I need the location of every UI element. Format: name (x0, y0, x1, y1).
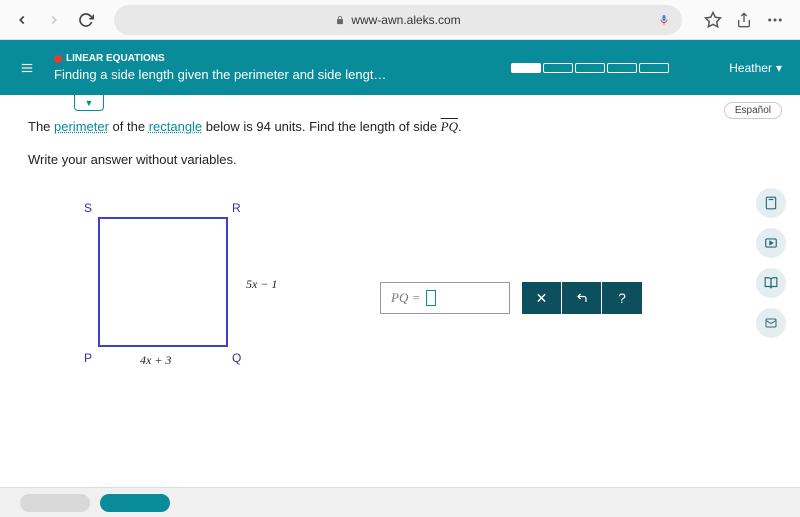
answer-slot[interactable] (426, 290, 436, 306)
chevron-down-icon: ▾ (776, 61, 782, 75)
user-menu[interactable]: Heather ▾ (729, 61, 782, 75)
link-perimeter[interactable]: perimeter (54, 119, 109, 134)
vertex-Q: Q (232, 351, 241, 365)
book-tool[interactable] (756, 268, 786, 298)
vertex-S: S (84, 201, 92, 215)
back-button[interactable] (10, 8, 34, 32)
url-text: www-awn.aleks.com (351, 13, 460, 27)
vertex-P: P (84, 351, 92, 365)
bookmark-icon[interactable] (704, 11, 722, 29)
rectangle-figure: S R P Q 5x − 1 4x + 3 (88, 207, 288, 407)
progress-indicator (511, 63, 669, 73)
language-toggle[interactable]: Español (724, 102, 782, 119)
mic-icon[interactable] (658, 13, 670, 27)
url-bar[interactable]: www-awn.aleks.com (114, 5, 682, 35)
side-label-bottom: 4x + 3 (140, 353, 171, 368)
video-tool[interactable] (756, 228, 786, 258)
share-icon[interactable] (736, 11, 752, 29)
menu-button[interactable] (18, 61, 36, 75)
reload-button[interactable] (74, 8, 98, 32)
help-button[interactable]: ? (602, 282, 642, 314)
forward-button[interactable] (42, 8, 66, 32)
mail-tool[interactable] (756, 308, 786, 338)
bottom-bar (0, 487, 800, 517)
answer-input[interactable]: PQ = (380, 282, 510, 314)
lock-icon (335, 15, 345, 25)
question-text: The perimeter of the rectangle below is … (28, 115, 772, 138)
instruction-text: Write your answer without variables. (28, 152, 772, 167)
answer-label: PQ = (391, 290, 420, 306)
calculator-tool[interactable] (756, 188, 786, 218)
vertex-R: R (232, 201, 241, 215)
clear-button[interactable]: ✕ (522, 282, 562, 314)
link-rectangle[interactable]: rectangle (149, 119, 202, 134)
bottom-button-2[interactable] (100, 494, 170, 512)
more-icon[interactable] (766, 11, 784, 29)
side-label-right: 5x − 1 (246, 277, 277, 292)
category-label: LINEAR EQUATIONS (54, 53, 511, 64)
topic-title: Finding a side length given the perimete… (54, 67, 511, 82)
undo-button[interactable] (562, 282, 602, 314)
bottom-button-1[interactable] (20, 494, 90, 512)
dropdown-tab[interactable]: ▼ (74, 95, 104, 111)
